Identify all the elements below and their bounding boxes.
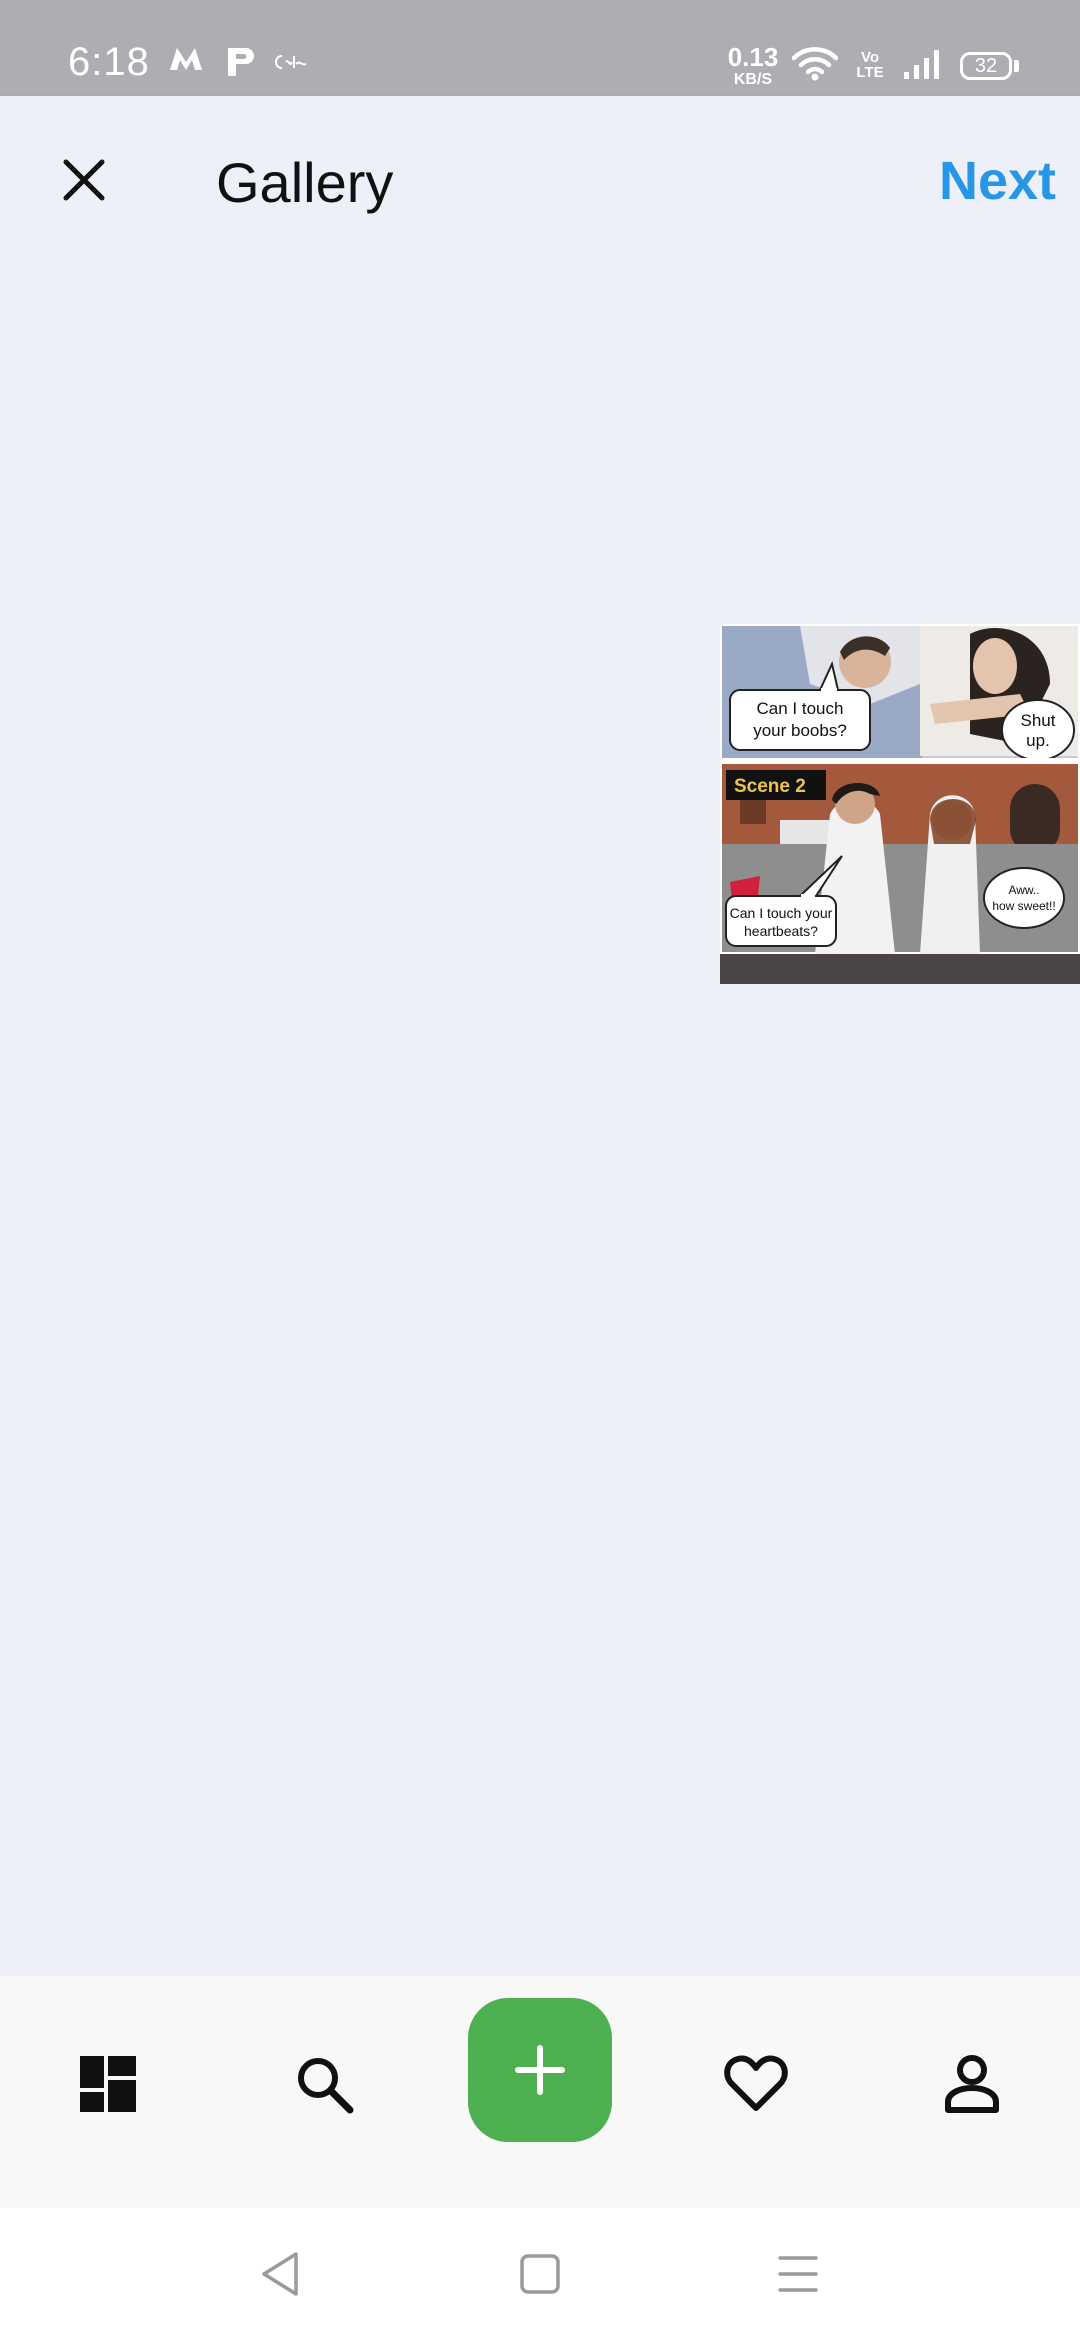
system-nav-bar	[0, 2208, 1080, 2340]
gallery-thumbnail[interactable]: Can I touch your boobs? Shut up. Scene 2…	[720, 624, 1080, 984]
heart-icon	[724, 2055, 788, 2111]
system-menu-button[interactable]	[766, 2242, 830, 2306]
battery-tip	[1014, 60, 1019, 72]
nav-favorites[interactable]	[708, 2036, 804, 2132]
bottom-nav	[0, 1976, 1080, 2208]
myntra-icon	[168, 46, 204, 77]
search-icon	[298, 2058, 354, 2114]
nav-profile[interactable]	[924, 2036, 1020, 2132]
close-icon	[63, 159, 105, 201]
network-speed: 0.13 KB/S	[727, 42, 779, 88]
svg-text:Shut: Shut	[1021, 711, 1056, 730]
add-button[interactable]	[468, 1998, 612, 2142]
svg-text:Aww..: Aww..	[1008, 883, 1039, 897]
battery-indicator: 32	[960, 52, 1012, 80]
home-icon	[520, 2254, 560, 2294]
svg-text:your boobs?: your boobs?	[753, 721, 847, 740]
close-button[interactable]	[52, 148, 116, 212]
volte-indicator: Vo LTE	[856, 49, 884, 81]
signal-icon	[902, 48, 942, 85]
status-time: 6:18	[68, 40, 150, 84]
svg-text:up.: up.	[1026, 731, 1050, 750]
next-button[interactable]: Next	[939, 150, 1056, 212]
add-icon	[515, 2045, 565, 2095]
svg-text:heartbeats?: heartbeats?	[744, 923, 818, 939]
status-bar: 6:18 0.13 KB/S Vo LTE 32	[0, 0, 1080, 96]
meme-image: Can I touch your boobs? Shut up. Scene 2…	[720, 626, 1080, 954]
cakes-icon	[272, 52, 308, 77]
nav-search[interactable]	[276, 2036, 372, 2132]
svg-text:how sweet!!: how sweet!!	[992, 899, 1055, 913]
paytm-icon	[224, 44, 254, 85]
system-back-button[interactable]	[248, 2242, 312, 2306]
app-bar: Gallery Next	[0, 96, 1080, 264]
back-icon	[262, 2252, 298, 2296]
page-title: Gallery	[216, 151, 394, 214]
svg-text:Can I touch: Can I touch	[757, 699, 844, 718]
wifi-icon	[791, 46, 839, 87]
gallery-content: Can I touch your boobs? Shut up. Scene 2…	[0, 264, 1080, 1976]
profile-icon	[945, 2055, 999, 2113]
svg-text:Scene 2: Scene 2	[734, 776, 806, 797]
system-home-button[interactable]	[508, 2242, 572, 2306]
dashboard-icon	[80, 2056, 136, 2112]
svg-text:Can I touch your: Can I touch your	[730, 905, 833, 921]
menu-icon	[778, 2256, 818, 2292]
nav-dashboard[interactable]	[60, 2036, 156, 2132]
